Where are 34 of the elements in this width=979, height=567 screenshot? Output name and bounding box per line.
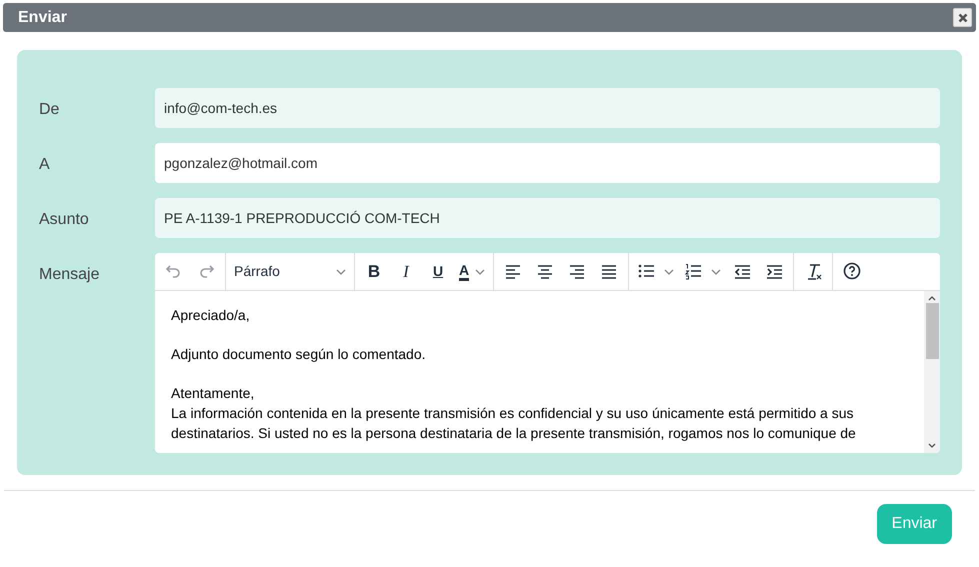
toolbar-button[interactable]: A [455, 256, 490, 286]
align-left-icon [504, 262, 523, 281]
field-label: A [39, 155, 51, 175]
close-button[interactable] [953, 8, 972, 27]
rich-text-editor[interactable] [155, 253, 940, 453]
chevron-icon [711, 268, 722, 274]
scrollbar-thumb[interactable] [926, 303, 938, 359]
align-right-icon [568, 262, 587, 281]
indent-icon [764, 262, 784, 281]
message-text: Apreciado/a, [171, 306, 251, 325]
toolbar-button[interactable]: B [359, 256, 389, 286]
help-icon [842, 262, 862, 281]
message-text: Adjunto documento según lo comentado. [171, 345, 427, 364]
field-label: Mensaje [39, 265, 100, 285]
field-label: De [39, 100, 60, 120]
outdent-icon [732, 262, 752, 281]
scroll-up-icon[interactable] [928, 295, 936, 301]
input-field[interactable]: pgonzalez@hotmail.com [155, 143, 940, 183]
chevron-icon [336, 268, 346, 274]
close-icon [958, 12, 968, 22]
numbered-list-icon [684, 262, 704, 281]
align-center-icon [536, 262, 555, 281]
message-text: Atentamente, [171, 384, 256, 403]
justify-icon [600, 262, 619, 281]
message-text: La información contenida en la presente transmisión es confidencial y su uso únicamente está permitido a sus destinatarios. Si usted no es la persona destinataria de la presente transmisión, rogamos nos lo comunique de [171, 404, 857, 443]
dialog-title: Enviar [18, 8, 67, 28]
toolbar-button[interactable]: I [391, 256, 421, 286]
toolbar-button[interactable]: U [423, 256, 453, 286]
chevron-icon [664, 268, 674, 274]
chevron-icon [475, 268, 486, 274]
field-label: Asunto [39, 210, 90, 230]
scrollbar[interactable] [924, 291, 940, 453]
block-format-dropdown[interactable]: Párrafo [228, 256, 352, 286]
scroll-down-icon[interactable] [928, 443, 936, 449]
